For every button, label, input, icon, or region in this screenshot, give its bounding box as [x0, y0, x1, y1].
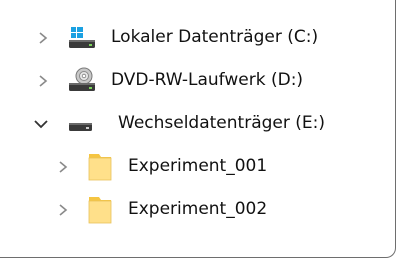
chevron-down-icon[interactable] — [30, 113, 52, 135]
chevron-right-icon[interactable] — [32, 27, 54, 49]
tree-item-folder[interactable]: Experiment_001 — [0, 147, 392, 187]
tree-item-label: Experiment_001 — [128, 156, 268, 176]
chevron-right-icon[interactable] — [32, 70, 54, 92]
system-drive-icon — [68, 26, 96, 54]
tree-item-folder[interactable]: Experiment_002 — [0, 190, 392, 230]
dvd-drive-icon — [68, 67, 96, 97]
chevron-right-icon[interactable] — [52, 156, 74, 178]
tree-item-label: Wechseldatenträger (E:) — [118, 113, 325, 133]
tree-item-label: Experiment_002 — [128, 199, 268, 219]
tree-item-drive-e[interactable]: Wechseldatenträger (E:) — [0, 104, 392, 144]
removable-drive-icon — [68, 118, 94, 137]
navigation-tree: Lokaler Datenträger (C:) DVD-RW-Laufwerk… — [0, 0, 396, 258]
tree-item-drive-c[interactable]: Lokaler Datenträger (C:) — [0, 18, 392, 58]
tree-item-drive-d[interactable]: DVD-RW-Laufwerk (D:) — [0, 61, 392, 101]
chevron-right-icon[interactable] — [52, 199, 74, 221]
folder-icon — [87, 152, 113, 186]
folder-icon — [87, 195, 113, 229]
tree-item-label: DVD-RW-Laufwerk (D:) — [111, 70, 304, 90]
tree-item-label: Lokaler Datenträger (C:) — [111, 27, 319, 47]
